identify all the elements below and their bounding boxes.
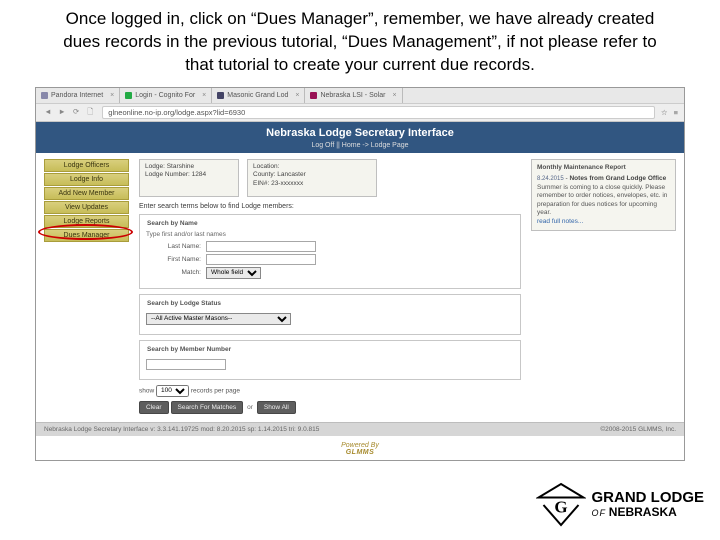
lodge-id-box: Lodge: Starshine Lodge Number: 1284 [139,159,239,197]
sidebar-item-lodge-info[interactable]: Lodge Info [44,173,129,186]
svg-text:G: G [554,498,567,517]
slide-title: Once logged in, click on “Dues Manager”,… [0,0,720,87]
browser-tab[interactable]: Pandora Internet × [36,88,120,103]
brand-logo: G GRAND LODGE OF NEBRASKA [536,480,705,530]
footer-copyright: ©2008-2015 GLMMS, Inc. [600,426,676,433]
page-subnav[interactable]: Log Off || Home -> Lodge Page [36,142,684,153]
lastname-label: Last Name: [146,243,201,250]
browser-window: Pandora Internet × Login - Cognito For × M… [35,87,685,461]
match-select[interactable]: Whole field [206,267,261,279]
legend-member: Search by Member Number [144,346,234,353]
report-body: Summer is coming to a close quickly. Ple… [537,184,670,218]
tab-label: Login - Cognito For [135,92,195,99]
reload-icon[interactable]: ⟳ [70,107,82,116]
tab-close-icon[interactable]: × [295,92,299,99]
favicon-icon [310,92,317,99]
page-banner: Nebraska Lodge Secretary Interface [36,122,684,142]
match-label: Match: [146,269,201,276]
tab-close-icon[interactable]: × [392,92,396,99]
report-link[interactable]: read full notes... [537,218,583,225]
records-per-page: show 100 records per page [139,385,521,397]
lodge-loc-box: Location: County: Lancaster EIN#: 23-xxx… [247,159,377,197]
report-header: Monthly Maintenance Report [537,164,670,172]
tab-close-icon[interactable]: × [110,92,114,99]
search-by-name: Search by Name Type first and/or last na… [139,214,521,289]
browser-tab[interactable]: Masonic Grand Lod × [212,88,305,103]
page-icon: 🗋 [84,106,96,119]
favicon-icon [125,92,132,99]
favicon-icon [217,92,224,99]
sidebar-item-dues-manager[interactable]: Dues Manager [44,229,129,242]
masonic-icon: G [536,480,586,530]
browser-tab[interactable]: Login - Cognito For × [120,88,212,103]
main-column: Lodge: Starshine Lodge Number: 1284 Loca… [139,159,521,414]
url-field[interactable]: glneonline.no-ip.org/lodge.aspx?lid=6930 [102,106,655,119]
bookmark-icon[interactable]: ☆ [661,108,668,117]
firstname-input[interactable] [206,254,316,265]
tab-label: Pandora Internet [51,92,103,99]
firstname-label: First Name: [146,256,201,263]
sidebar-item-lodge-officers[interactable]: Lodge Officers [44,159,129,172]
maintenance-report: Monthly Maintenance Report 8.24.2015 - N… [531,159,676,231]
brand-line3: NEBRASKA [609,505,677,519]
hint-text: Type first and/or last names [146,231,514,238]
menu-icon[interactable]: ≡ [674,108,678,117]
showall-button[interactable]: Show All [257,401,296,414]
page-footer: Nebraska Lodge Secretary Interface v: 3.… [36,422,684,436]
webpage: Nebraska Lodge Secretary Interface Log O… [36,122,684,460]
browser-tabs: Pandora Internet × Login - Cognito For × M… [36,88,684,104]
forward-icon[interactable]: ► [56,107,68,116]
pager-select[interactable]: 100 [156,385,189,397]
favicon-icon [41,92,48,99]
back-icon[interactable]: ◄ [42,107,54,116]
tab-label: Nebraska LSI - Solar [320,92,385,99]
lastname-input[interactable] [206,241,316,252]
search-intro: Enter search terms below to find Lodge m… [139,203,521,210]
clear-button[interactable]: Clear [139,401,169,414]
search-buttons: Clear Search For Matches or Show All [139,401,521,414]
sidebar: Lodge Officers Lodge Info Add New Member… [44,159,129,414]
member-number-input[interactable] [146,359,226,370]
powered-by: Powered ByGLMMS [36,436,684,460]
tab-close-icon[interactable]: × [202,92,206,99]
sidebar-item-view-updates[interactable]: View Updates [44,201,129,214]
legend-status: Search by Lodge Status [144,300,224,307]
report-notes-title: Notes from Grand Lodge Office [569,175,666,182]
browser-tab[interactable]: Nebraska LSI - Solar × [305,88,402,103]
footer-version: Nebraska Lodge Secretary Interface v: 3.… [44,426,319,433]
search-by-member-number: Search by Member Number [139,340,521,380]
brand-line2: OF [592,508,607,518]
or-text: or [245,404,255,411]
report-date: 8.24.2015 [537,176,564,182]
legend-name: Search by Name [144,220,201,227]
brand-line1: GRAND LODGE [592,490,705,506]
right-column: Monthly Maintenance Report 8.24.2015 - N… [531,159,676,414]
sidebar-item-add-new-member[interactable]: Add New Member [44,187,129,200]
sidebar-item-lodge-reports[interactable]: Lodge Reports [44,215,129,228]
status-select[interactable]: --All Active Master Masons-- [146,313,291,325]
tab-label: Masonic Grand Lod [227,92,288,99]
search-button[interactable]: Search For Matches [171,401,244,414]
search-by-status: Search by Lodge Status --All Active Mast… [139,294,521,335]
address-bar: ◄ ► ⟳ 🗋 glneonline.no-ip.org/lodge.aspx?… [36,104,684,122]
nav-icons: ◄ ► ⟳ 🗋 [42,106,96,119]
